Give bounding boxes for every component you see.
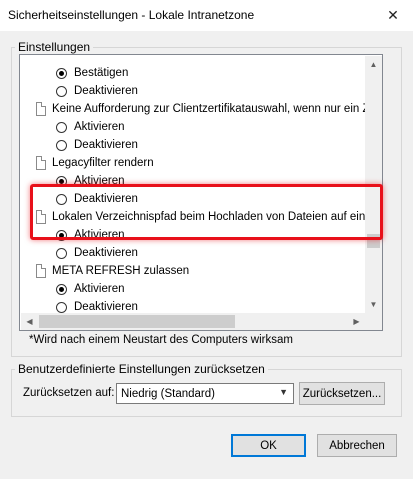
restart-note: *Wird nach einem Neustart des Computers … [29,334,293,346]
scroll-left-arrow-icon[interactable]: ◀ [21,313,38,330]
reset-group-label: Benutzerdefinierte Einstellungen zurücks… [15,362,268,376]
scroll-right-arrow-icon[interactable]: ▶ [348,313,365,330]
close-button[interactable]: ✕ [382,5,404,25]
settings-group-label: Einstellungen [15,40,94,54]
reset-level-select[interactable]: Niedrig (Standard) ▼ [116,383,294,404]
list-item-label: Deaktivieren [74,139,138,151]
setting-header: Keine Aufforderung zur Clientzertifikata… [36,100,376,118]
radio-option[interactable]: Deaktivieren [56,136,138,154]
list-item-label: Bestätigen [74,67,129,79]
close-icon: ✕ [387,6,399,23]
list-item-label: Legacyfilter rendern [52,157,154,169]
chevron-down-icon: ▼ [279,387,288,397]
scroll-up-arrow-icon[interactable]: ▲ [365,56,382,73]
radio-option[interactable]: Aktivieren [56,118,125,136]
reset-level-value: Niedrig (Standard) [121,387,215,400]
scroll-down-arrow-icon[interactable]: ▼ [365,296,382,313]
radio-option[interactable]: Deaktivieren [56,82,138,100]
scrollbar-corner [365,313,382,330]
list-item-label: Deaktivieren [74,247,138,259]
list-item-label: Deaktivieren [74,85,138,97]
highlight-box [30,184,383,240]
list-item-label: Aktivieren [74,283,125,295]
radio-button-unchecked[interactable] [56,121,67,133]
radio-dot [59,178,64,184]
radio-button-unchecked[interactable] [56,247,67,259]
radio-button-unchecked[interactable] [56,139,67,151]
list-item-label: Keine Aufforderung zur Clientzertifikata… [52,103,376,115]
radio-option[interactable]: Deaktivieren [56,244,138,262]
radio-dot [59,286,64,292]
cancel-button[interactable]: Abbrechen [317,434,397,457]
radio-option[interactable]: Bestätigen [56,64,128,82]
setting-header: Legacyfilter rendern [36,154,154,172]
radio-option[interactable]: Aktivieren [56,280,125,298]
document-icon [36,156,46,170]
reset-to-label: Zurücksetzen auf: [23,387,115,399]
horizontal-scroll-thumb[interactable] [39,315,235,328]
ok-button[interactable]: OK [231,434,306,457]
window-title: Sicherheitseinstellungen - Lokale Intran… [8,8,255,22]
list-item-label: Aktivieren [74,121,125,133]
document-icon [36,102,46,116]
list-item-label: META REFRESH zulassen [52,265,190,277]
radio-dot [59,70,64,76]
document-icon [36,264,46,278]
radio-button-unchecked[interactable] [56,85,67,97]
setting-header: META REFRESH zulassen [36,262,189,280]
radio-button-checked[interactable] [56,283,67,295]
radio-button-unchecked[interactable] [56,301,67,313]
list-item-label: Deaktivieren [74,301,138,313]
radio-button-checked[interactable] [56,67,67,79]
horizontal-scrollbar[interactable]: ◀ ▶ [21,313,365,330]
reset-button[interactable]: Zurücksetzen... [299,382,385,405]
